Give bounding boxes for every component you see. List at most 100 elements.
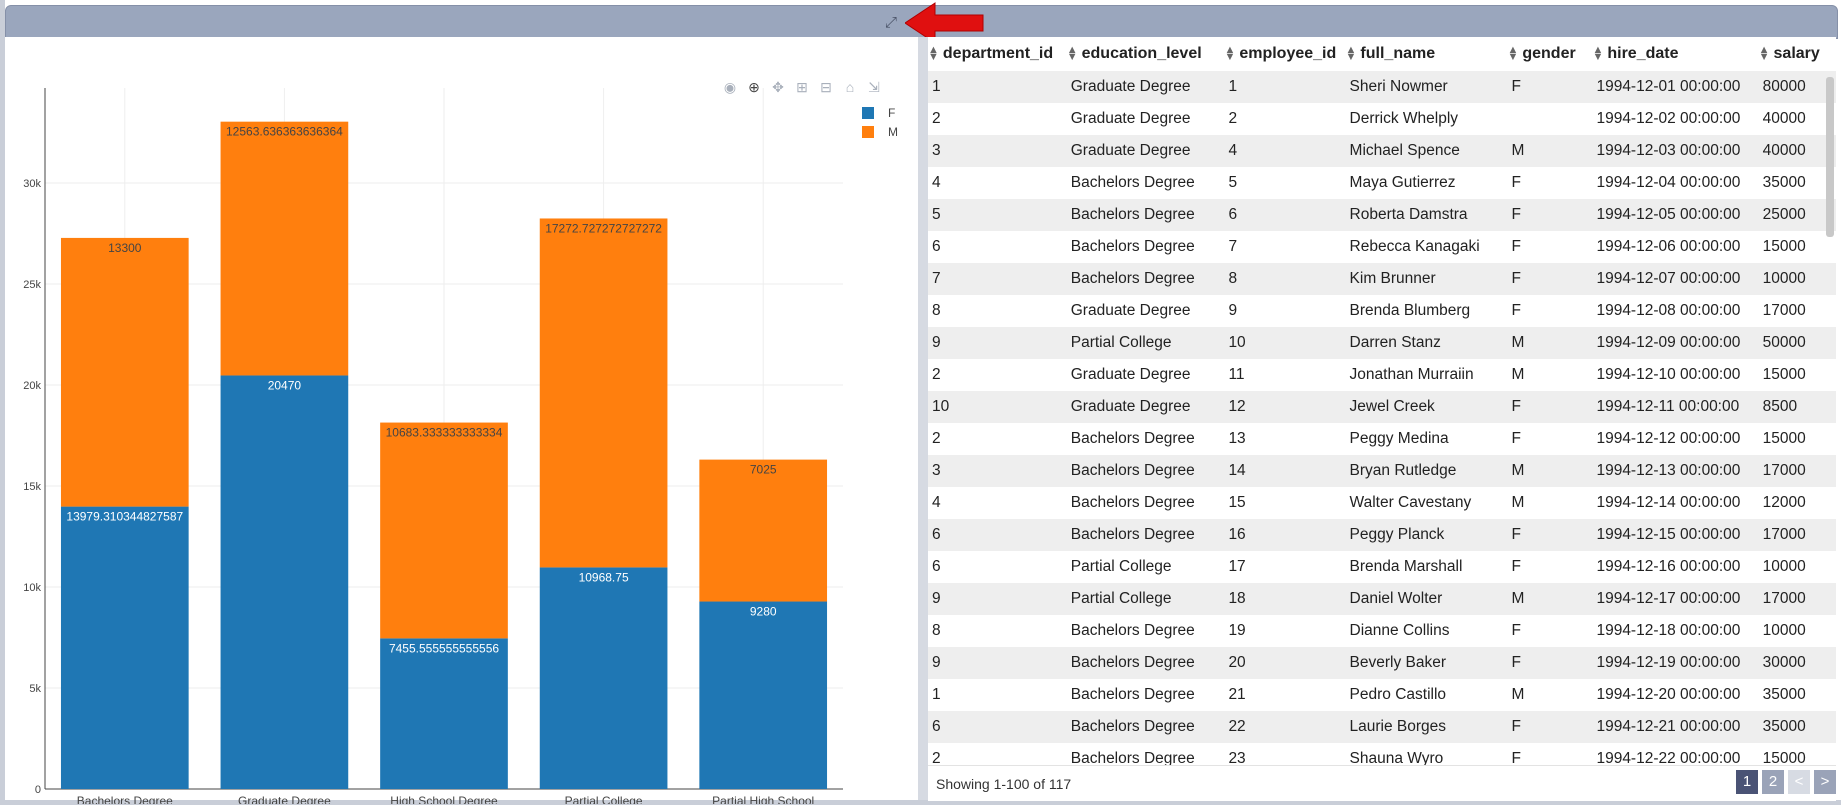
table-row[interactable]: 8 Bachelors Degree 19 Dianne Collins F 1994-1…	[928, 615, 1836, 647]
cell-full-name: Bryan Rutledge	[1345, 455, 1508, 487]
column-header-full-name[interactable]: ▲ ▼ full_name	[1346, 37, 1508, 71]
bar-f-bachelors-degree[interactable]	[60, 506, 189, 789]
table-row[interactable]: 2 Graduate Degree 11 Jonathan Murraiin M 1994…	[928, 359, 1836, 391]
cell-employee-id: 14	[1224, 455, 1346, 487]
column-header-label: department_id	[942, 45, 1054, 62]
cell-employee-id: 11	[1228, 366, 1245, 383]
cell-hire-date: 1994-12-02 00:00:00	[1596, 110, 1741, 127]
cell-education-level: Bachelors Degree	[1070, 430, 1195, 447]
table-row[interactable]: 9 Partial College 18 Daniel Wolter M 1994-12-…	[928, 583, 1836, 615]
bar-f-partial-college[interactable]	[539, 567, 668, 789]
cell-gender: F	[1511, 174, 1521, 191]
column-header-gender[interactable]: ▲ ▼ gender	[1507, 37, 1592, 71]
sort-icon[interactable]: ▲ ▼	[1346, 44, 1357, 62]
cell-education-level: Bachelors Degree	[1070, 174, 1195, 191]
table-row[interactable]: 6 Bachelors Degree 22 Laurie Borges F 1994-12…	[928, 711, 1836, 743]
page-1-button[interactable]: 1	[1736, 770, 1758, 794]
expand-icon[interactable]: ⤢	[882, 14, 900, 32]
bar-m-partial-college[interactable]	[539, 218, 668, 568]
cell-full-name: Maya Gutierrez	[1349, 174, 1456, 191]
cell-gender: M	[1507, 327, 1593, 359]
table-row[interactable]: 3 Graduate Degree 4 Michael Spence M 1994-12-…	[928, 135, 1836, 167]
cell-employee-id: 4	[1224, 135, 1346, 167]
cell-gender: F	[1507, 199, 1593, 231]
cell-employee-id: 12	[1224, 391, 1346, 423]
cell-gender: M	[1511, 494, 1525, 511]
bar-value-label: 7455.555555555556	[389, 641, 499, 655]
table-row[interactable]: 2 Bachelors Degree 13 Peggy Medina F 1994-12-…	[928, 423, 1836, 455]
cell-full-name: Dianne Collins	[1349, 622, 1450, 639]
sort-icon[interactable]: ▲ ▼	[1592, 44, 1603, 62]
bar-m-partial-high-school[interactable]	[699, 459, 828, 602]
table-row[interactable]: 1 Bachelors Degree 21 Pedro Castillo M 1994-1…	[928, 679, 1836, 711]
column-header-hire-date[interactable]: ▲ ▼ hire_date	[1592, 37, 1758, 71]
x-category-label: Bachelors Degree	[77, 794, 173, 804]
table-row[interactable]: 9 Partial College 10 Darren Stanz M 1994-12-0…	[928, 327, 1836, 359]
sort-icon[interactable]: ▲ ▼	[1507, 44, 1518, 62]
sort-icon[interactable]: ▲ ▼	[1759, 44, 1770, 62]
bar-value-label: 9280	[750, 605, 777, 619]
panel-divider[interactable]	[918, 37, 928, 800]
cell-hire-date: 1994-12-12 00:00:00	[1596, 430, 1741, 447]
cell-salary: 80000	[1758, 71, 1836, 103]
table-row[interactable]: 5 Bachelors Degree 6 Roberta Damstra F 1994-1…	[928, 199, 1836, 231]
cell-hire-date: 1994-12-08 00:00:00	[1596, 302, 1741, 319]
table-row[interactable]: 2 Graduate Degree 2 Derrick Whelply 1994-12-…	[928, 103, 1836, 135]
cell-employee-id: 7	[1228, 238, 1238, 255]
cell-department-id: 3	[928, 135, 1067, 167]
cell-employee-id: 2	[1228, 110, 1238, 127]
cell-salary: 35000	[1758, 711, 1836, 743]
cell-department-id: 1	[932, 686, 941, 703]
next-page-button[interactable]: >	[1814, 770, 1836, 794]
sort-icon[interactable]: ▲ ▼	[1224, 44, 1235, 62]
table-row[interactable]: 8 Graduate Degree 9 Brenda Blumberg F 1994-12…	[928, 295, 1836, 327]
bar-m-graduate-degree[interactable]	[220, 121, 349, 376]
table-header-row: ▲ ▼ department_id ▲ ▼ education_level ▲ ▼ employ…	[928, 37, 1836, 71]
table-row[interactable]: 6 Bachelors Degree 16 Peggy Planck F 1994-12-…	[928, 519, 1836, 551]
cell-department-id: 2	[932, 430, 941, 447]
table-row[interactable]: 9 Bachelors Degree 20 Beverly Baker F 1994-12…	[928, 647, 1836, 679]
cell-employee-id: 10	[1224, 327, 1346, 359]
column-header-label: employee_id	[1239, 45, 1337, 62]
bar-f-high-school-degree[interactable]	[380, 638, 508, 789]
column-header-department-id[interactable]: ▲ ▼ department_id	[928, 37, 1067, 71]
table-scrollbar[interactable]	[1826, 77, 1834, 237]
table-row[interactable]: 1 Graduate Degree 1 Sheri Nowmer F 1994-12-01…	[928, 71, 1836, 103]
sort-icon[interactable]: ▲ ▼	[928, 44, 939, 62]
cell-hire-date: 1994-12-13 00:00:00	[1592, 455, 1759, 487]
cell-gender: F	[1511, 430, 1521, 447]
cell-gender: M	[1507, 455, 1593, 487]
column-header-employee-id[interactable]: ▲ ▼ employee_id	[1224, 37, 1345, 71]
bar-value-label: 10968.75	[579, 570, 629, 584]
cell-salary: 10000	[1758, 263, 1836, 295]
cell-department-id: 6	[932, 558, 941, 575]
sort-icon[interactable]: ▲ ▼	[1067, 44, 1078, 62]
cell-gender: M	[1507, 135, 1593, 167]
cell-education-level: Bachelors Degree	[1066, 519, 1225, 551]
page-2-button[interactable]: 2	[1762, 770, 1784, 794]
table-row[interactable]: 4 Bachelors Degree 5 Maya Gutierrez F 1994-12…	[928, 167, 1836, 199]
y-tick-label: 20k	[23, 380, 41, 392]
cell-full-name: Jonathan Murraiin	[1349, 366, 1474, 383]
prev-page-button[interactable]: <	[1788, 770, 1810, 794]
column-header-education-level[interactable]: ▲ ▼ education_level	[1067, 37, 1225, 71]
bar-m-high-school-degree[interactable]	[380, 422, 508, 639]
bar-f-graduate-degree[interactable]	[220, 375, 349, 789]
bar-f-partial-high-school[interactable]	[699, 601, 828, 789]
table-row[interactable]: 4 Bachelors Degree 15 Walter Cavestany M 1994…	[928, 487, 1836, 519]
cell-education-level: Bachelors Degree	[1070, 622, 1195, 639]
cell-salary: 50000	[1758, 327, 1836, 359]
table-row[interactable]: 6 Partial College 17 Brenda Marshall F 1994-1…	[928, 551, 1836, 583]
column-header-salary[interactable]: ▲ ▼ salary	[1759, 37, 1836, 71]
cell-hire-date: 1994-12-16 00:00:00	[1596, 558, 1741, 575]
cell-education-level: Partial College	[1066, 583, 1225, 615]
bar-m-bachelors-degree[interactable]	[60, 237, 189, 507]
table-row[interactable]: 7 Bachelors Degree 8 Kim Brunner F 1994-12-07…	[928, 263, 1836, 295]
table-row[interactable]: 3 Bachelors Degree 14 Bryan Rutledge M 1994-1…	[928, 455, 1836, 487]
cell-department-id: 2	[932, 366, 941, 383]
bar-value-label: 13979.310344827587	[66, 510, 183, 524]
table-row[interactable]: 10 Graduate Degree 12 Jewel Creek F 1994-12-1…	[928, 391, 1836, 423]
cell-gender: F	[1507, 711, 1593, 743]
cell-salary: 15000	[1762, 430, 1806, 447]
table-row[interactable]: 6 Bachelors Degree 7 Rebecca Kanagaki F 1994-…	[928, 231, 1836, 263]
